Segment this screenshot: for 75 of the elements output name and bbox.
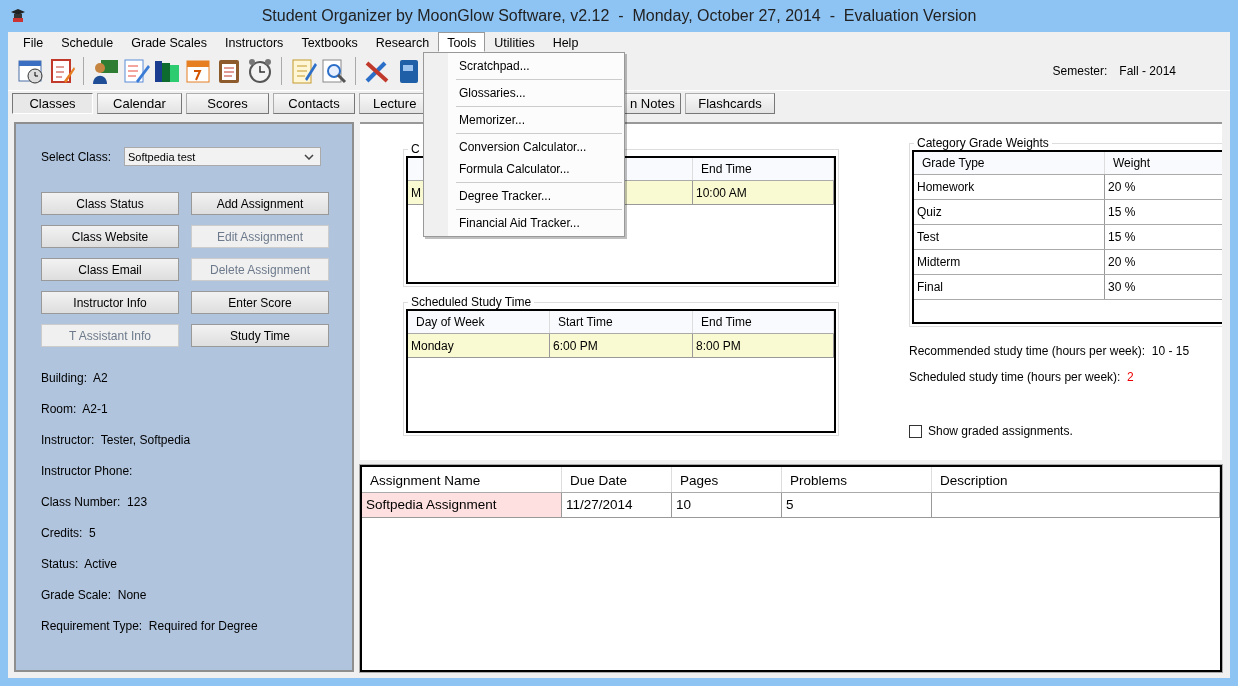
semester-value: Fall - 2014 [1119, 64, 1176, 78]
action-button[interactable]: Class Status [41, 192, 179, 215]
column-header: Weight [1105, 152, 1222, 174]
recommended-study-text: Recommended study time (hours per week): 10 - 15 [909, 344, 1191, 357]
table-cell: 20 % [1105, 250, 1222, 274]
column-header: Due Date [562, 467, 672, 492]
detail-text: Requirement Type: Required for Degree [41, 619, 259, 634]
menu-item[interactable]: Scratchpad... [424, 55, 624, 77]
menu-item[interactable]: Grade Scales [122, 32, 216, 52]
column-header: Assignment Name [362, 467, 562, 492]
table-cell: 5 [782, 493, 932, 517]
table-cell: 15 % [1105, 225, 1222, 249]
table-cell: 15 % [1105, 200, 1222, 224]
group-title: C [410, 142, 421, 156]
menu-item[interactable]: Schedule [52, 32, 123, 52]
menu-item[interactable]: Tools [438, 32, 486, 52]
table-cell: Test [914, 225, 1105, 249]
detail-text: Credits: 5 [41, 526, 97, 541]
action-button[interactable]: Study Time [191, 324, 329, 347]
table-cell: Softpedia Assignment [362, 493, 562, 517]
menu-item[interactable]: Help [543, 32, 588, 52]
table-cell: Final [914, 275, 1105, 299]
table-cell: 20 % [1105, 175, 1222, 199]
column-header: Description [932, 467, 1220, 492]
action-button[interactable]: Class Website [41, 225, 179, 248]
table-cell: 6:00 PM [550, 334, 693, 357]
detail-text: Grade Scale: None [41, 588, 148, 603]
column-header: Start Time [550, 311, 693, 333]
detail-text: Building: A2 [41, 371, 109, 386]
menu-item[interactable]: Textbooks [292, 32, 367, 52]
menu-item[interactable]: Conversion Calculator... [424, 136, 624, 158]
column-header: Grade Type [914, 152, 1105, 174]
menu-item[interactable]: Formula Calculator... [424, 158, 624, 180]
select-class-label: Select Class: [41, 149, 112, 164]
detail-text: Room: A2-1 [41, 402, 109, 417]
tab[interactable]: Flashcards [685, 93, 775, 114]
table-cell: 10:00 AM [693, 181, 834, 204]
group-title: Category Grade Weights [916, 136, 1050, 150]
group-title: Scheduled Study Time [410, 295, 533, 309]
scheduled-study-value: 2 [1127, 370, 1134, 384]
detail-text: Class Number: 123 [41, 495, 149, 510]
tab[interactable]: Classes [12, 93, 93, 114]
column-header: Problems [782, 467, 932, 492]
window-title: Student Organizer by MoonGlow Software, v2.12 - Monday, October 27, 2014 - Evaluation Version [260, 7, 978, 25]
table-cell: 10 [672, 493, 782, 517]
semester-label: Semester: [1052, 64, 1108, 78]
action-button[interactable]: Class Email [41, 258, 179, 281]
table-cell: 8:00 PM [693, 334, 834, 357]
table-cell: Monday [408, 334, 550, 357]
detail-text: Status: Active [41, 557, 119, 572]
detail-text: Instructor: Tester, Softpedia [41, 433, 192, 448]
menu-item[interactable]: File [14, 32, 53, 52]
column-header: Day of Week [408, 311, 550, 333]
class-dropdown[interactable]: Softpedia test [124, 147, 322, 166]
column-header: End Time [693, 158, 834, 180]
menu-item[interactable]: Financial Aid Tracker... [424, 212, 624, 234]
tab[interactable]: Scores [186, 93, 269, 114]
checkbox-label: Show graded assignments. [928, 424, 1073, 438]
table-cell: Quiz [914, 200, 1105, 224]
column-header: Pages [672, 467, 782, 492]
menu-item[interactable]: Instructors [216, 32, 293, 52]
menu-item[interactable]: Research [366, 32, 439, 52]
tab[interactable]: Contacts [273, 93, 355, 114]
action-button[interactable]: Add Assignment [191, 192, 329, 215]
column-header: End Time [693, 311, 834, 333]
action-button[interactable]: Enter Score [191, 291, 329, 314]
detail-text: Instructor Phone: [41, 464, 134, 479]
table-cell: 11/27/2014 [562, 493, 672, 517]
tab[interactable]: Calendar [97, 93, 182, 114]
table-cell: Midterm [914, 250, 1105, 274]
scheduled-study-label: Scheduled study time (hours per week): [909, 370, 1121, 384]
table-cell: 30 % [1105, 275, 1222, 299]
menu-item[interactable]: Utilities [485, 32, 544, 52]
action-button[interactable]: Instructor Info [41, 291, 179, 314]
table-cell: Homework [914, 175, 1105, 199]
